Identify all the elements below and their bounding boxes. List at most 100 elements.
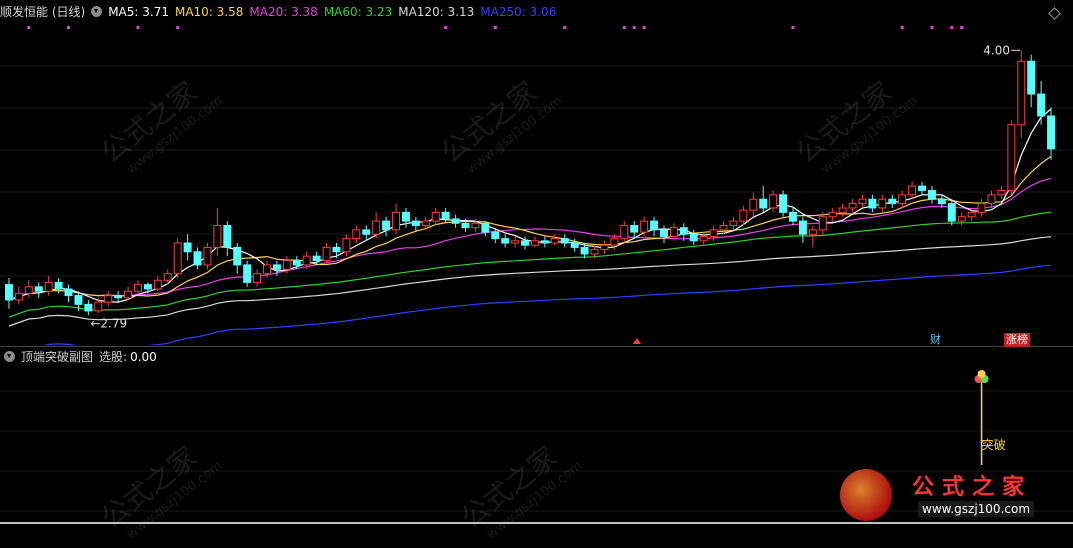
candle-body bbox=[292, 260, 301, 266]
ma-legend-item: MA20: 3.38 bbox=[249, 5, 318, 19]
indicator-menu-icon[interactable] bbox=[91, 6, 103, 17]
candle-body bbox=[650, 220, 659, 231]
candle-body bbox=[1027, 60, 1036, 95]
candle-body bbox=[44, 281, 53, 292]
candle-body bbox=[411, 220, 420, 226]
candle-body bbox=[332, 246, 341, 253]
candle-body bbox=[937, 198, 946, 205]
signal-marker bbox=[67, 26, 71, 29]
candle-body bbox=[987, 194, 996, 205]
ma-legend-item: MA10: 3.58 bbox=[174, 5, 244, 19]
low-price-label: ←2.79 bbox=[90, 316, 127, 330]
candle-body bbox=[699, 235, 708, 242]
pick-value: 0.00 bbox=[130, 350, 157, 364]
ma-legend: MA5: 3.71 MA10: 3.58 MA20: 3.38 MA60: 3.23 M… bbox=[108, 5, 562, 19]
caret-marker bbox=[633, 338, 641, 344]
main-header: 顺发恒能 (日线) MA5: 3.71 MA10: 3.58 MA20: 3.38 MA… bbox=[0, 3, 568, 21]
candle-body bbox=[957, 216, 966, 222]
candle-body bbox=[749, 198, 758, 211]
candle-body bbox=[153, 279, 162, 290]
candle-body bbox=[709, 229, 718, 237]
candle-body bbox=[471, 222, 480, 229]
ma120-line bbox=[8, 236, 1052, 327]
candle-body bbox=[134, 284, 142, 292]
candle-body bbox=[630, 224, 639, 233]
ma20-line bbox=[8, 177, 1052, 301]
candle-body bbox=[739, 209, 748, 222]
signal-marker bbox=[930, 26, 934, 29]
candle-body bbox=[124, 290, 133, 299]
ma-legend-item: MA5: 3.71 bbox=[108, 5, 169, 19]
ma-legend-item: MA60: 3.23 bbox=[323, 5, 393, 19]
candle-body bbox=[382, 220, 391, 231]
signal-marker bbox=[444, 26, 448, 29]
signal-marker bbox=[622, 26, 626, 29]
signal-marker bbox=[900, 26, 904, 29]
sub-menu-icon[interactable] bbox=[4, 351, 15, 362]
candle-body bbox=[431, 211, 440, 222]
candle-body bbox=[64, 288, 73, 297]
candle-body bbox=[451, 218, 460, 224]
candle-body bbox=[272, 264, 281, 270]
candle-body bbox=[570, 242, 579, 248]
candle-body bbox=[193, 251, 202, 266]
candle-body bbox=[392, 211, 400, 231]
candle-body bbox=[342, 238, 351, 253]
candle-body bbox=[908, 185, 917, 196]
candle-body bbox=[640, 220, 649, 233]
candle-body bbox=[74, 295, 83, 305]
candle-body bbox=[550, 238, 559, 244]
brand-name: 公式之家 bbox=[912, 475, 1033, 500]
candle-body bbox=[858, 198, 867, 205]
candle-body bbox=[918, 185, 926, 191]
candle-body bbox=[798, 220, 807, 235]
stock-title[interactable]: 顺发恒能 (日线) bbox=[0, 5, 85, 19]
sub-title: 顶端突破副图 bbox=[21, 350, 94, 364]
signal-marker bbox=[563, 26, 567, 29]
candle-body bbox=[888, 198, 897, 205]
candle-body bbox=[372, 220, 381, 235]
candle-body bbox=[143, 284, 152, 290]
candle-body bbox=[312, 255, 321, 262]
candle-body bbox=[94, 301, 103, 312]
candle-body bbox=[828, 211, 837, 218]
candle-body bbox=[669, 227, 678, 237]
candle-body bbox=[163, 273, 172, 281]
candle-body bbox=[898, 194, 907, 205]
candle-body bbox=[1017, 60, 1026, 126]
candle-body bbox=[967, 211, 976, 218]
ma-legend-item: MA250: 3.06 bbox=[480, 5, 557, 19]
candle-body bbox=[511, 240, 520, 244]
brand-emblem-icon bbox=[840, 469, 892, 521]
candle-body bbox=[253, 273, 262, 283]
sub-header: 顶端突破副图 选股: 0.00 bbox=[0, 348, 163, 366]
signal-marker bbox=[176, 26, 180, 29]
signal-marker bbox=[791, 26, 795, 29]
list-tag[interactable]: 涨榜 bbox=[1004, 333, 1030, 347]
candle-body bbox=[660, 229, 668, 237]
candle-body bbox=[104, 295, 113, 303]
candle-body bbox=[441, 211, 450, 220]
candle-body bbox=[461, 222, 470, 229]
candle-body bbox=[114, 295, 123, 299]
candle-body bbox=[183, 242, 192, 253]
candle-body bbox=[560, 238, 569, 244]
signal-marker bbox=[27, 26, 31, 29]
candle-body bbox=[421, 220, 430, 226]
candle-body bbox=[4, 284, 13, 301]
finance-tag[interactable]: 财 bbox=[928, 333, 943, 347]
candle-body bbox=[54, 281, 63, 290]
candle-body bbox=[263, 264, 271, 275]
signal-marker bbox=[632, 26, 636, 29]
candle-body bbox=[34, 286, 43, 292]
candle-body bbox=[14, 292, 23, 301]
candle-body bbox=[729, 220, 738, 226]
candle-body bbox=[322, 246, 331, 262]
candle-body bbox=[243, 264, 252, 283]
candle-body bbox=[362, 229, 371, 235]
candle-body bbox=[352, 229, 361, 240]
pick-label: 选股: bbox=[99, 350, 128, 364]
brand-logo: 公式之家 www.gszj100.com bbox=[834, 467, 1069, 525]
candle-body bbox=[530, 240, 539, 246]
candle-body bbox=[610, 238, 619, 246]
